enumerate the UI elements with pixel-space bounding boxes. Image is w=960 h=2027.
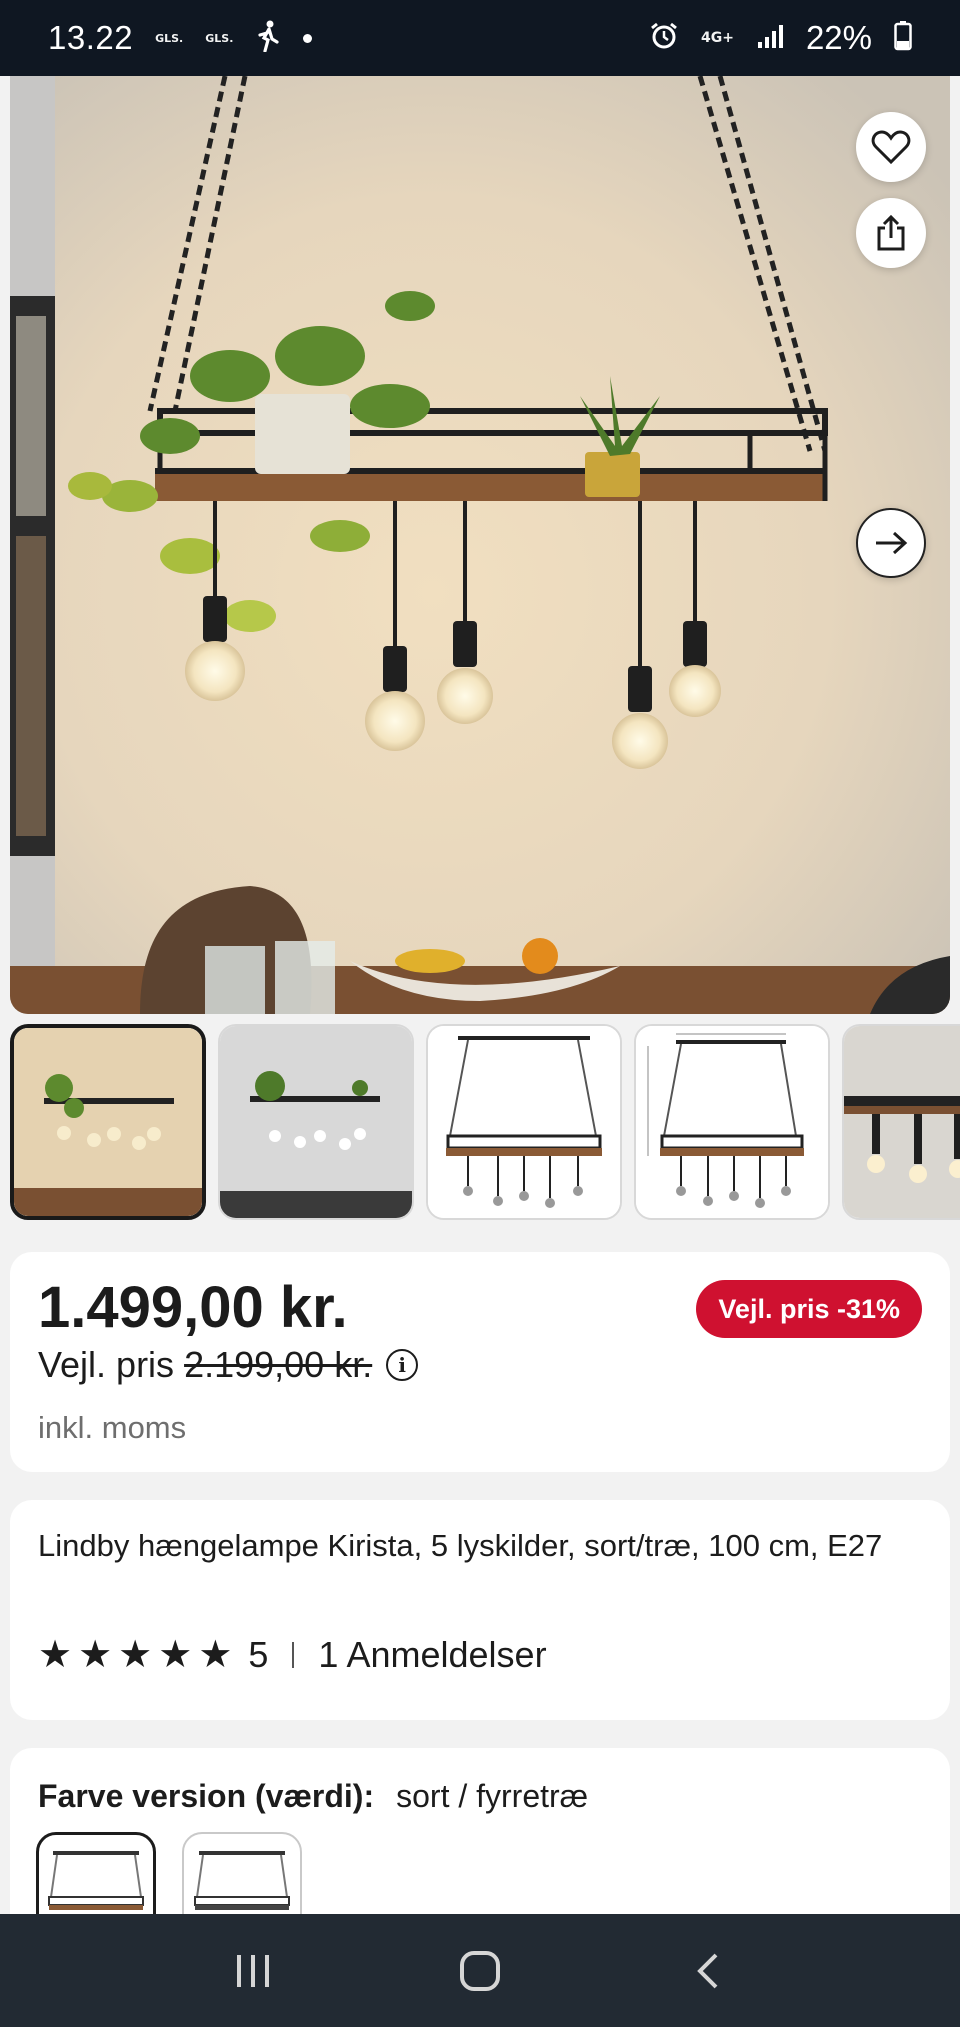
product-image[interactable] [10,76,950,1014]
signal-icon [756,22,784,54]
variant-value: sort / fyrretræ [396,1778,589,1814]
back-button[interactable] [667,1931,747,2011]
heart-icon [871,130,911,165]
share-icon [877,214,905,251]
battery-icon [894,21,912,55]
variant-label: Farve version (værdi): [38,1778,375,1814]
alarm-icon [649,21,679,55]
thumbnail-5[interactable] [842,1024,960,1220]
variant-label-row: Farve version (værdi): sort / fyrretræ [38,1778,588,1815]
reviews-link[interactable]: 1 Anmeldelser [318,1634,546,1676]
rating-stars: ★ ★ ★ ★ ★ [38,1636,232,1674]
arrow-right-icon [876,531,908,555]
gls-icon: GLS. [155,31,184,45]
star-icon: ★ [38,1634,73,1676]
product-title: Lindby hængelampe Kirista, 5 lyskilder, … [38,1528,883,1563]
back-icon [696,1953,718,1988]
title-card: Lindby hængelampe Kirista, 5 lyskilder, … [10,1500,950,1720]
star-icon: ★ [158,1634,193,1676]
thumbnail-4[interactable] [634,1024,830,1220]
status-bar: 13.22 GLS. GLS. 4G+ 22% [0,0,960,76]
recent-apps-icon [237,1954,270,1987]
rrp-label: Vejl. pris [38,1344,175,1385]
separator [292,1642,295,1668]
info-icon[interactable]: i [386,1349,419,1381]
system-nav-bar [0,1914,960,2027]
star-icon: ★ [78,1634,113,1676]
rating-row[interactable]: ★ ★ ★ ★ ★ 5 1 Anmeldelser [38,1634,547,1676]
price-card: 1.499,00 kr. Vejl. pris -31% Vejl. pris … [10,1252,950,1472]
gls-icon-2: GLS. [205,31,234,45]
star-icon: ★ [198,1634,233,1676]
favorite-button[interactable] [856,112,926,182]
next-image-button[interactable] [856,508,926,578]
thumbnail-2[interactable] [218,1024,414,1220]
share-button[interactable] [856,198,926,268]
battery-percent: 22% [805,19,872,56]
home-button[interactable] [440,1931,520,2011]
recent-apps-button[interactable] [213,1931,293,2011]
home-icon [459,1950,500,1991]
network-type: 4G+ [700,30,734,46]
vat-note: inkl. moms [38,1410,187,1445]
thumbnail-1[interactable] [10,1024,206,1220]
rrp-row: Vejl. pris 2.199,00 kr. i [38,1344,419,1386]
thumbnail-strip[interactable] [10,1024,960,1224]
notification-dot [303,33,313,43]
status-time: 13.22 [48,19,134,56]
lamp-photo [10,76,950,1014]
current-price: 1.499,00 kr. [38,1275,348,1340]
rating-value: 5 [248,1634,269,1675]
discount-badge: Vejl. pris -31% [696,1280,922,1338]
star-icon: ★ [118,1634,153,1676]
rrp-price: 2.199,00 kr. [184,1344,373,1385]
walking-icon [255,20,281,56]
thumbnail-3[interactable] [426,1024,622,1220]
